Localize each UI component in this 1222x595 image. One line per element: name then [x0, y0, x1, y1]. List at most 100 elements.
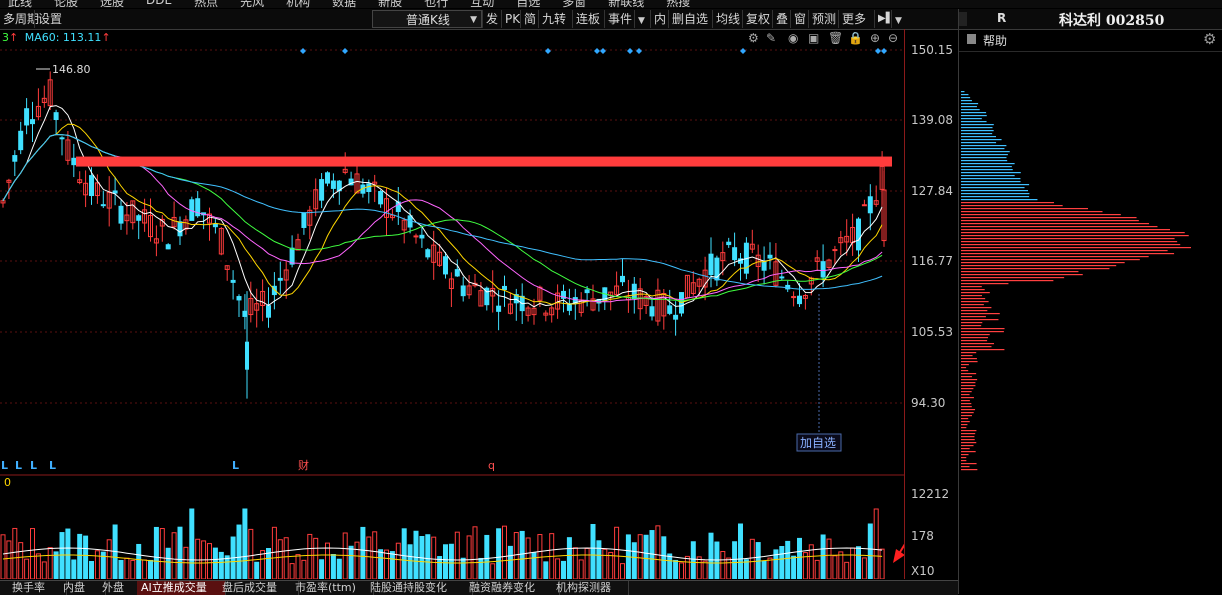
candle-body	[443, 256, 448, 275]
volume-bar	[271, 526, 277, 579]
volume-profile-bar	[961, 409, 976, 411]
volume-profile-bar	[961, 388, 974, 390]
volume-bar	[637, 534, 643, 579]
gear-icon[interactable]: ⚙	[1203, 30, 1216, 48]
toolbar2-button-1[interactable]: 删自选	[668, 10, 711, 28]
volume-profile-bar	[961, 361, 978, 363]
top-menu-item[interactable]: 机构	[286, 0, 310, 8]
volume-profile-bar	[961, 325, 982, 327]
event-diamond-icon	[875, 48, 881, 54]
top-menu-item[interactable]: 多窗	[562, 0, 586, 8]
volume-bar	[224, 555, 230, 579]
kline-type-select[interactable]: 普通K线 ▼	[372, 10, 482, 28]
volume-bar	[389, 551, 395, 579]
volume-bar	[372, 531, 378, 579]
settings-button[interactable]: 设置	[34, 10, 65, 28]
volume-profile-bar	[961, 178, 1021, 180]
indicator-tab-6[interactable]: 陆股通持股变化	[366, 581, 473, 595]
left-handle[interactable]	[959, 12, 967, 26]
volume-profile-bar	[961, 373, 977, 375]
toolbar2-button-4[interactable]: 叠	[772, 10, 791, 28]
indicator-tab-5[interactable]: 市盈率(ttm)	[291, 581, 374, 595]
volume-bar	[738, 523, 743, 579]
toolbar-chevron-icon[interactable]: ▼	[891, 10, 905, 28]
price-tick-label: 127.84	[911, 184, 953, 198]
event-diamond-icon	[342, 48, 348, 54]
volume-profile-bar	[961, 151, 1010, 153]
volume-profile-bar	[961, 460, 967, 462]
toolbar2-button-2[interactable]: 均线	[712, 10, 743, 28]
toolbar-button-3[interactable]: 九转	[538, 10, 569, 28]
volume-profile-bar	[961, 349, 1005, 351]
candle-body	[419, 234, 425, 239]
top-menu-item[interactable]: 也行	[424, 0, 448, 8]
candle-body	[761, 261, 767, 271]
top-menu-item[interactable]: 热搜	[666, 0, 690, 8]
toolbar2-button-3[interactable]: 复权	[742, 10, 773, 28]
top-menu-item[interactable]: 新股	[378, 0, 402, 8]
volume-bar	[89, 561, 94, 579]
volume-profile-bar	[961, 289, 985, 291]
top-menu-item[interactable]: DDE	[146, 0, 172, 8]
chart-toolbar: 多周期 设置 普通K线 ▼ 发 PK 简九转 连板 事件 ▼ 内删自选 均线 复权叠窗预测 更多…	[0, 9, 958, 30]
candle-body	[366, 183, 372, 193]
top-menu-item[interactable]: 先风	[240, 0, 264, 8]
candle-body	[136, 215, 142, 221]
volume-tick-label: 12212	[911, 487, 950, 501]
event-diamond-icon	[545, 48, 551, 54]
top-menu-item[interactable]: 互动	[470, 0, 494, 8]
volume-bar	[342, 532, 348, 579]
top-menu-item[interactable]: 自选	[516, 0, 540, 8]
volume-tick-label: 178	[911, 529, 934, 543]
volume-bar	[130, 559, 136, 579]
volume-profile-bar	[961, 358, 977, 360]
volume-bar	[207, 543, 212, 579]
volume-profile-bar	[961, 112, 987, 114]
indicator-tab-8[interactable]: 机构探测器	[552, 581, 629, 595]
indicator-tab-3[interactable]: AI立推成交量	[137, 581, 226, 595]
top-menu-item[interactable]: 数据	[332, 0, 356, 8]
candle-body	[460, 285, 466, 297]
top-menu-item[interactable]: 此线	[8, 0, 32, 8]
toolbar-button-0[interactable]: 发	[482, 10, 501, 28]
volume-profile-bar	[961, 244, 1181, 246]
volume-bar	[106, 539, 112, 579]
volume-bar	[867, 523, 873, 579]
toolbar-button-2[interactable]: 简	[520, 10, 539, 28]
volume-profile-bar	[961, 391, 972, 393]
volume-bar	[30, 528, 35, 579]
kline-chart[interactable]: 146.80L L L L L 财 q加自选0	[0, 29, 904, 579]
dropdown-arrow-icon[interactable]: ▼	[634, 10, 648, 28]
top-menu-item[interactable]: 选股	[100, 0, 124, 8]
top-menu-item[interactable]: 热点	[194, 0, 218, 8]
annotation-arrow-head	[893, 549, 904, 563]
volume-bar	[661, 536, 667, 579]
indicator-tab-7[interactable]: 融资融券变化	[465, 581, 560, 595]
volume-bar	[35, 553, 41, 579]
play-icon[interactable]: ▶▌	[874, 10, 893, 28]
top-menu-item[interactable]: 论股	[54, 0, 78, 8]
volume-bar	[820, 534, 826, 579]
volume-bar	[466, 535, 472, 579]
volume-bar	[507, 545, 513, 579]
volume-bar	[142, 559, 148, 579]
toolbar2-button-7[interactable]: 更多	[838, 10, 869, 28]
toolbar2-button-6[interactable]: 预测	[808, 10, 839, 28]
toolbar-button-4[interactable]: 连板	[572, 10, 603, 28]
volume-profile-bar	[961, 238, 1175, 240]
resistance-line	[76, 156, 892, 167]
top-menu-item[interactable]: 新联线	[608, 0, 644, 8]
volume-profile-bar	[961, 271, 1079, 273]
volume-bar	[6, 540, 12, 579]
indicator-tab-4[interactable]: 盘后成交量	[218, 581, 299, 595]
volume-bar	[472, 526, 478, 579]
toolbar2-button-5[interactable]: 窗	[790, 10, 809, 28]
volume-bar	[77, 533, 83, 579]
toolbar2-button-0[interactable]: 内	[650, 10, 669, 28]
volume-bar	[65, 528, 71, 579]
volume-profile-bar	[961, 136, 996, 138]
help-label[interactable]: 帮助	[983, 32, 1007, 49]
volume-profile-bar	[961, 376, 972, 378]
toolbar-button-5[interactable]: 事件	[604, 10, 635, 28]
candle-body	[301, 212, 307, 228]
